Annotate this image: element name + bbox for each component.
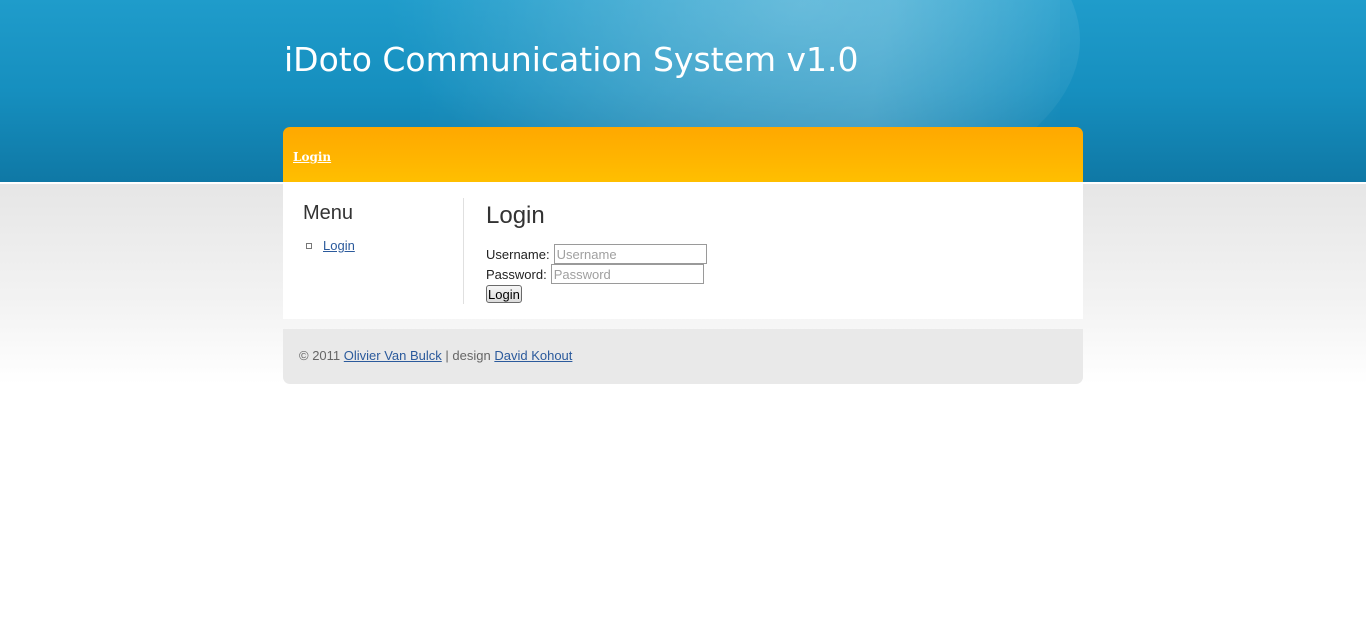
sidebar-heading: Menu bbox=[303, 202, 354, 224]
sidebar-link-login[interactable]: Login bbox=[323, 238, 355, 253]
sidebar-item-login: Login bbox=[303, 238, 355, 254]
password-row: Password: bbox=[486, 264, 704, 284]
footer-credits: © 2011 Olivier Van Bulck | design David … bbox=[299, 348, 572, 363]
username-label: Username: bbox=[486, 246, 550, 262]
square-bullet-icon bbox=[306, 243, 312, 249]
nav-bar: Login bbox=[283, 127, 1083, 182]
author-link[interactable]: Olivier Van Bulck bbox=[344, 348, 442, 363]
footer: © 2011 Olivier Van Bulck | design David … bbox=[283, 329, 1083, 384]
copyright-text: © 2011 bbox=[299, 348, 341, 363]
username-row: Username: bbox=[486, 244, 707, 264]
sidebar-menu: Login bbox=[303, 238, 355, 254]
login-button[interactable]: Login bbox=[486, 285, 522, 303]
content-area: Menu Login Login Username: Password: Log… bbox=[283, 182, 1083, 319]
login-panel: Login Username: Password: Login bbox=[486, 198, 1066, 308]
site-title: iDoto Communication System v1.0 bbox=[284, 40, 859, 79]
username-input[interactable] bbox=[553, 244, 707, 264]
page-title: Login bbox=[486, 202, 545, 229]
designer-link[interactable]: David Kohout bbox=[494, 348, 572, 363]
password-input[interactable] bbox=[550, 264, 704, 284]
nav-item-login[interactable]: Login bbox=[293, 150, 331, 164]
design-separator: | design bbox=[445, 348, 491, 363]
password-label: Password: bbox=[486, 266, 547, 282]
sidebar: Menu Login bbox=[283, 198, 464, 304]
